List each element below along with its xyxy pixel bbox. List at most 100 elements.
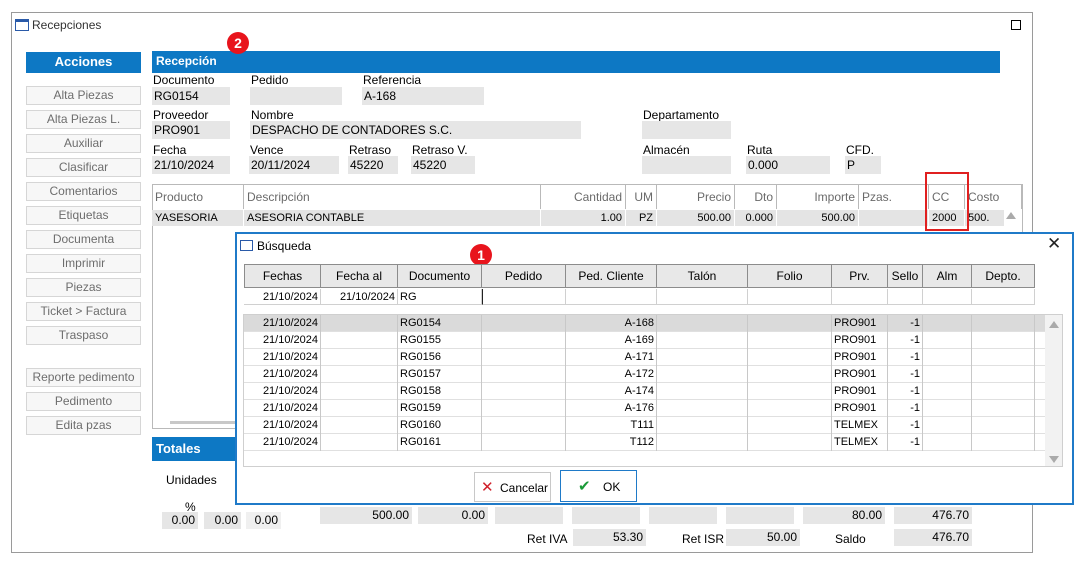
busqueda-row[interactable]: 21/10/2024 RG0155 A-169 PRO901 -1 [244,332,1045,349]
ruta-field[interactable]: 0.000 [746,156,830,174]
busqueda-cell: T111 [566,417,657,434]
items-cell[interactable]: 500.00 [657,210,735,226]
busqueda-column-header[interactable]: Alm [923,264,972,288]
busqueda-filter-input[interactable]: 21/10/2024 [244,289,321,305]
pedido-field[interactable] [250,87,342,105]
items-cell[interactable]: ASESORIA CONTABLE [244,210,541,226]
busqueda-row[interactable]: 21/10/2024 RG0157 A-172 PRO901 -1 [244,366,1045,383]
items-column-header[interactable]: Cantidad [541,185,626,209]
scroll-down-icon-dialog[interactable] [1049,456,1059,463]
items-column-header[interactable]: UM [626,185,657,209]
sidebar-button[interactable]: Comentarios [26,182,141,201]
busqueda-filter-input[interactable] [972,289,1035,305]
busqueda-filter-input[interactable] [566,289,657,305]
maximize-button[interactable] [1011,20,1021,30]
sidebar-button[interactable]: Pedimento [26,392,141,411]
badge-1: 1 [470,244,492,266]
busqueda-filter-input[interactable] [832,289,888,305]
items-column-header[interactable]: Producto [152,185,244,209]
items-column-header[interactable]: Costo [965,185,1022,209]
busqueda-filter-input[interactable] [748,289,832,305]
scroll-up-icon-dialog[interactable] [1049,321,1059,328]
busqueda-column-header[interactable]: Ped. Cliente [566,264,657,288]
busqueda-filter-input[interactable] [888,289,923,305]
almacen-field[interactable] [642,156,731,174]
busqueda-column-header[interactable]: Fechas [244,264,321,288]
busqueda-cell [972,366,1035,383]
pct-field-3[interactable]: 0.00 [246,512,281,529]
scroll-up-icon[interactable] [1006,212,1016,219]
busqueda-row[interactable]: 21/10/2024 RG0160 T111 TELMEX -1 [244,417,1045,434]
items-column-header[interactable]: Importe [777,185,859,209]
sidebar-button[interactable]: Imprimir [26,254,141,273]
documento-field[interactable]: RG0154 [152,87,230,105]
busqueda-cell: PRO901 [832,383,888,400]
busqueda-column-header[interactable]: Sello [888,264,923,288]
busqueda-row[interactable]: 21/10/2024 RG0159 A-176 PRO901 -1 [244,400,1045,417]
pct-field-2[interactable]: 0.00 [204,512,241,529]
ret-isr-label: Ret ISR [682,532,725,546]
sidebar-button[interactable]: Clasificar [26,158,141,177]
close-icon[interactable]: ✕ [1047,234,1061,254]
items-cell[interactable]: PZ [626,210,657,226]
sidebar-button[interactable]: Etiquetas [26,206,141,225]
busqueda-filter-input[interactable] [923,289,972,305]
retraso-v-field[interactable]: 45220 [411,156,475,174]
nombre-field[interactable]: DESPACHO DE CONTADORES S.C. [250,121,581,139]
busqueda-filter-input[interactable]: 21/10/2024 [321,289,398,305]
items-cell[interactable] [859,210,929,226]
busqueda-cell [482,315,566,332]
busqueda-column-header[interactable]: Talón [657,264,748,288]
fecha-field[interactable]: 21/10/2024 [152,156,230,174]
sidebar-button[interactable]: Alta Piezas [26,86,141,105]
sidebar-button[interactable]: Alta Piezas L. [26,110,141,129]
cancelar-button[interactable]: ✕ Cancelar [474,472,551,502]
vertical-scrollbar[interactable] [1045,315,1062,466]
sidebar-button[interactable]: Ticket > Factura [26,302,141,321]
items-column-header[interactable]: Precio [657,185,735,209]
busqueda-cell: 21/10/2024 [244,383,321,400]
proveedor-field[interactable]: PRO901 [152,121,230,139]
ok-button[interactable]: ✔ OK [560,470,637,502]
cfd-field[interactable]: P [845,156,881,174]
busqueda-column-header[interactable]: Depto. [972,264,1035,288]
busqueda-row[interactable]: 21/10/2024 RG0156 A-171 PRO901 -1 [244,349,1045,366]
busqueda-column-header[interactable]: Documento [398,264,482,288]
retraso-label: Retraso [349,143,392,157]
items-column-header[interactable]: Descripción [244,185,541,209]
items-cell[interactable]: 1.00 [541,210,626,226]
busqueda-row[interactable]: 21/10/2024 RG0161 T112 TELMEX -1 [244,434,1045,451]
items-cell[interactable]: 0.000 [735,210,777,226]
busqueda-cell [748,417,832,434]
busqueda-filter-input[interactable] [657,289,748,305]
items-cell[interactable]: 500.00 [777,210,859,226]
ret-isr-field: 50.00 [726,529,800,546]
busqueda-column-header[interactable]: Pedido [482,264,566,288]
busqueda-filter-input[interactable] [482,289,566,305]
busqueda-column-header[interactable]: Folio [748,264,832,288]
sidebar-button[interactable]: Reporte pedimento [26,368,141,387]
departamento-field[interactable] [642,121,731,139]
sidebar-button[interactable]: Traspaso [26,326,141,345]
busqueda-column-header[interactable]: Fecha al [321,264,398,288]
pct-field-1[interactable]: 0.00 [162,512,198,529]
horizontal-scrollbar[interactable] [170,421,240,424]
busqueda-cell [748,434,832,451]
busqueda-column-header[interactable]: Prv. [832,264,888,288]
sidebar-button[interactable]: Piezas [26,278,141,297]
items-column-header[interactable]: Pzas. [859,185,929,209]
busqueda-row[interactable]: 21/10/2024 RG0154 A-168 PRO901 -1 [244,315,1045,332]
items-column-header[interactable]: Dto [735,185,777,209]
items-cell[interactable]: YASESORIA [152,210,244,226]
sidebar-button[interactable]: Documenta [26,230,141,249]
items-cell[interactable]: 500. [965,210,1005,226]
retraso-field[interactable]: 45220 [348,156,398,174]
vence-field[interactable]: 20/11/2024 [249,156,339,174]
sidebar-button[interactable]: Auxiliar [26,134,141,153]
busqueda-filter-input[interactable]: RG [398,289,482,305]
referencia-field[interactable]: A-168 [362,87,484,105]
busqueda-cell: RG0158 [398,383,482,400]
busqueda-row[interactable]: 21/10/2024 RG0158 A-174 PRO901 -1 [244,383,1045,400]
busqueda-cell: PRO901 [832,332,888,349]
sidebar-button[interactable]: Edita pzas [26,416,141,435]
